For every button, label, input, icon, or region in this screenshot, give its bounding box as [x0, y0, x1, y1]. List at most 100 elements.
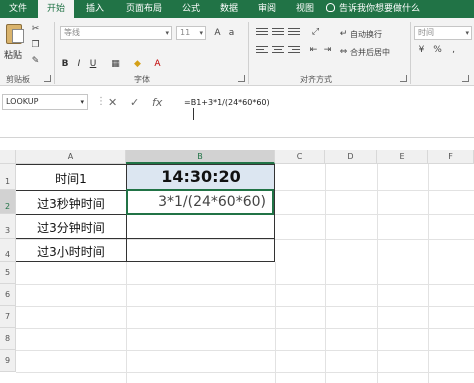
- row-header-6[interactable]: 6: [0, 284, 16, 306]
- row-header-5[interactable]: 5: [0, 262, 16, 284]
- row-header-4[interactable]: 4: [0, 239, 16, 262]
- formula-bar: LOOKUP ▾ ⋮ ✕ ✓ fx =B1+3*1/(24*60*60): [0, 86, 474, 138]
- top-align-icon[interactable]: [256, 28, 268, 37]
- percent-icon[interactable]: %: [432, 45, 443, 55]
- select-all-corner[interactable]: [0, 150, 16, 164]
- paste-button-label[interactable]: 粘贴: [4, 48, 22, 61]
- underline-button[interactable]: U: [88, 58, 98, 70]
- column-header-b[interactable]: B: [126, 150, 275, 164]
- row-header-1[interactable]: 1: [0, 164, 16, 190]
- align-right-icon[interactable]: [288, 46, 300, 55]
- grid-line: [275, 262, 276, 383]
- alignment-group-label: 对齐方式: [300, 75, 332, 84]
- cell-a4[interactable]: 过3小时时间: [16, 243, 126, 260]
- grid-line: [126, 262, 127, 383]
- row-header-2[interactable]: 2: [0, 190, 16, 214]
- format-painter-icon[interactable]: ✎: [30, 56, 41, 66]
- row-header-3[interactable]: 3: [0, 214, 16, 239]
- group-divider: [248, 22, 249, 84]
- enter-icon[interactable]: ✓: [130, 96, 139, 109]
- cell-b1[interactable]: 14:30:20: [127, 165, 275, 189]
- grid-line: [16, 284, 474, 285]
- row-header-8[interactable]: 8: [0, 328, 16, 350]
- clipboard-launcher-icon[interactable]: [44, 75, 51, 82]
- tab-view[interactable]: 视图: [288, 0, 322, 18]
- cell-a2[interactable]: 过3秒钟时间: [16, 195, 126, 212]
- middle-align-icon[interactable]: [272, 28, 284, 37]
- clipboard-group-label: 剪贴板: [6, 75, 30, 84]
- paste-icon[interactable]: [6, 24, 24, 44]
- tell-me-box[interactable]: 告诉我你想要做什么: [326, 0, 420, 18]
- merge-center-button[interactable]: 合并后居中: [350, 47, 390, 58]
- table-border: [16, 238, 275, 239]
- number-launcher-icon[interactable]: [462, 75, 469, 82]
- cell-a3[interactable]: 过3分钟时间: [16, 219, 126, 236]
- tab-insert[interactable]: 插入: [78, 0, 112, 18]
- ribbon-home: 粘贴 ✂ ❐ ✎ 剪贴板 等线 ▾ 11 ▾ A a B I U ▦ ◆ A 字体 …: [0, 18, 474, 86]
- font-name-value: 等线: [64, 28, 80, 37]
- font-size-value: 11: [180, 28, 191, 37]
- lightbulb-icon: [326, 3, 335, 12]
- name-box[interactable]: LOOKUP ▾: [2, 94, 88, 110]
- column-header-c[interactable]: C: [275, 150, 325, 164]
- grid-line: [16, 350, 474, 351]
- formula-input[interactable]: =B1+3*1/(24*60*60): [184, 98, 270, 107]
- borders-icon[interactable]: ▦: [110, 59, 121, 69]
- column-header-e[interactable]: E: [377, 150, 428, 164]
- table-border: [16, 261, 275, 262]
- grid-line: [16, 372, 474, 373]
- font-color-icon[interactable]: A: [152, 59, 163, 69]
- shrink-font-icon[interactable]: a: [226, 28, 237, 38]
- orientation-icon[interactable]: ⤢: [310, 27, 321, 37]
- tab-page-layout[interactable]: 页面布局: [116, 0, 172, 18]
- cancel-icon[interactable]: ✕: [108, 96, 117, 109]
- row-header-7[interactable]: 7: [0, 306, 16, 328]
- column-header-a[interactable]: A: [16, 150, 126, 164]
- fill-color-icon[interactable]: ◆: [132, 59, 143, 69]
- tab-home[interactable]: 开始: [38, 0, 74, 18]
- font-launcher-icon[interactable]: [238, 75, 245, 82]
- alignment-launcher-icon[interactable]: [400, 75, 407, 82]
- table-border: [274, 164, 275, 262]
- cut-icon[interactable]: ✂: [30, 24, 41, 34]
- cell-b2-edit-text: 3*1/(24*60*60): [158, 194, 266, 210]
- grow-font-icon[interactable]: A: [212, 28, 223, 38]
- comma-style-icon[interactable]: ,: [448, 45, 459, 55]
- bold-button[interactable]: B: [60, 58, 70, 70]
- grid-line: [16, 306, 474, 307]
- font-group-label: 字体: [134, 75, 150, 84]
- merge-center-icon[interactable]: ⇔: [338, 47, 349, 57]
- font-name-combo[interactable]: 等线 ▾: [60, 26, 172, 40]
- column-header-d[interactable]: D: [325, 150, 377, 164]
- wrap-text-button[interactable]: 自动换行: [350, 29, 382, 40]
- font-size-combo[interactable]: 11 ▾: [176, 26, 206, 40]
- wrap-text-icon[interactable]: ↵: [338, 29, 349, 39]
- grid-line: [16, 239, 474, 240]
- tab-file[interactable]: 文件: [0, 0, 36, 18]
- tab-review[interactable]: 审阅: [250, 0, 284, 18]
- bottom-align-icon[interactable]: [288, 28, 300, 37]
- cell-b2-editor[interactable]: 3*1/(24*60*60): [126, 189, 274, 215]
- tab-formulas[interactable]: 公式: [174, 0, 208, 18]
- row-header-9[interactable]: 9: [0, 350, 16, 372]
- name-box-value: LOOKUP: [6, 97, 39, 106]
- copy-icon[interactable]: ❐: [30, 40, 41, 50]
- align-center-icon[interactable]: [272, 46, 284, 55]
- italic-button[interactable]: I: [74, 58, 84, 70]
- decrease-indent-icon[interactable]: ⇤: [308, 45, 319, 55]
- table-border: [16, 164, 275, 165]
- column-header-f[interactable]: F: [428, 150, 474, 164]
- grid-line: [16, 328, 474, 329]
- group-divider: [54, 22, 55, 84]
- align-left-icon[interactable]: [256, 46, 268, 55]
- tab-data[interactable]: 数据: [212, 0, 246, 18]
- currency-icon[interactable]: ¥: [416, 45, 427, 55]
- cell-a1[interactable]: 时间1: [16, 170, 126, 187]
- increase-indent-icon[interactable]: ⇥: [322, 45, 333, 55]
- insert-function-icon[interactable]: fx: [152, 96, 162, 109]
- text-cursor-icon: [193, 108, 197, 120]
- group-divider: [410, 22, 411, 84]
- tell-me-text: 告诉我你想要做什么: [339, 4, 421, 14]
- number-format-combo[interactable]: 时间 ▾: [414, 26, 472, 40]
- number-format-value: 时间: [418, 28, 434, 37]
